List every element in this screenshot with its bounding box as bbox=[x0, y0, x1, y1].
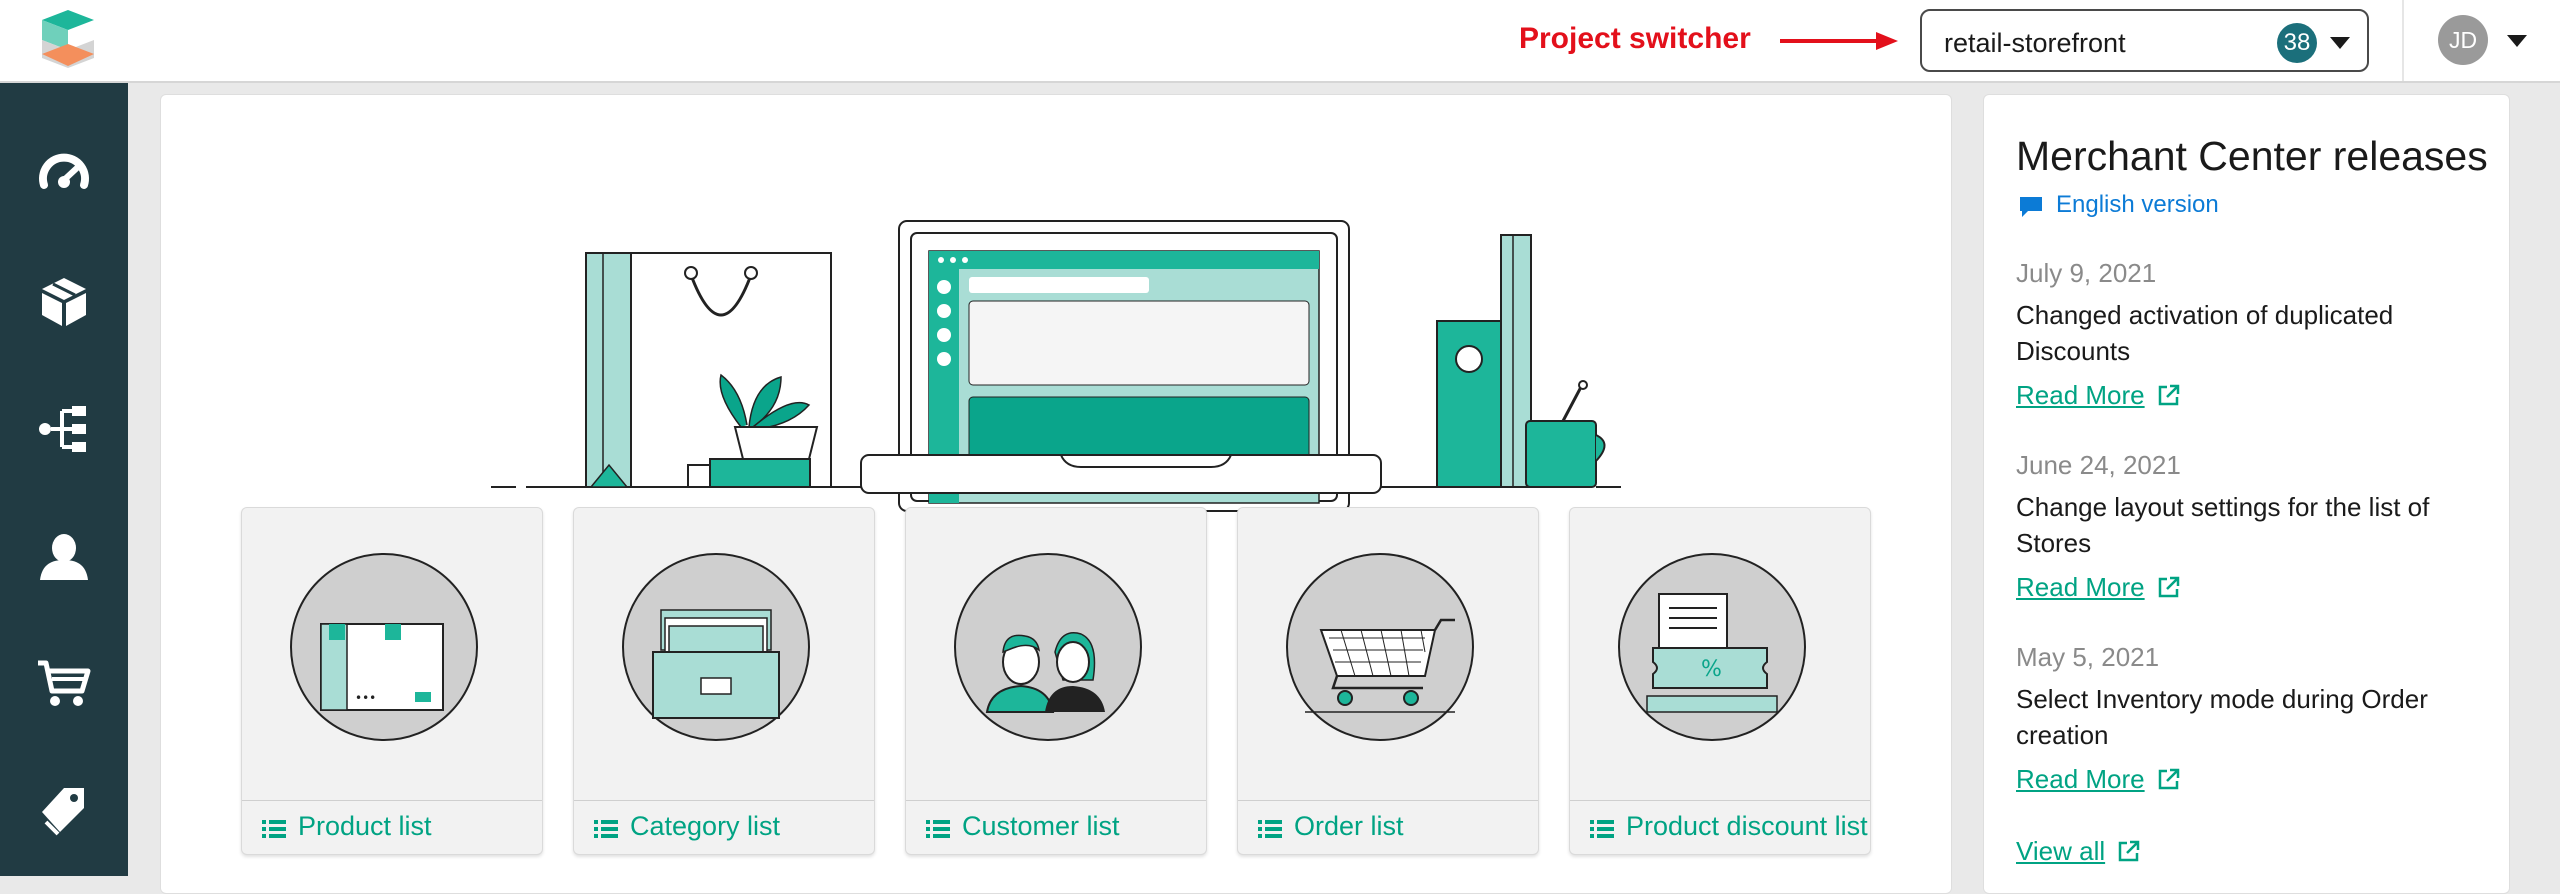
tile-order-list[interactable]: Order list bbox=[1237, 507, 1539, 855]
file-drawer-icon bbox=[622, 553, 810, 741]
release-date: June 24, 2021 bbox=[2016, 450, 2181, 480]
read-more-label: Read More bbox=[2016, 380, 2145, 410]
tag-icon bbox=[42, 788, 84, 836]
sidebar-item-dashboard[interactable] bbox=[0, 119, 128, 229]
tile-label: Category list bbox=[630, 811, 781, 841]
read-more-label: Read More bbox=[2016, 764, 2145, 794]
project-count-badge: 38 bbox=[2277, 23, 2317, 63]
tile-category-list[interactable]: Category list bbox=[573, 507, 875, 855]
discount-voucher-icon: % bbox=[1618, 553, 1806, 741]
tile-divider bbox=[906, 800, 1206, 801]
customers-icon bbox=[954, 553, 1142, 741]
release-entry: June 24, 2021 Change layout settings for… bbox=[2016, 447, 2486, 605]
external-link-icon bbox=[2158, 384, 2179, 406]
external-link-icon bbox=[2158, 768, 2179, 790]
release-entry: July 9, 2021 Changed activation of dupli… bbox=[2016, 255, 2486, 413]
cart-icon bbox=[38, 660, 91, 706]
release-date: July 9, 2021 bbox=[2016, 258, 2157, 288]
annotation-label: Project switcher bbox=[1519, 22, 1751, 55]
tile-divider bbox=[242, 800, 542, 801]
read-more-link[interactable]: Read More bbox=[2016, 377, 2181, 413]
chevron-down-icon bbox=[2330, 37, 2350, 49]
header-divider bbox=[2402, 0, 2404, 81]
releases-title: Merchant Center releases bbox=[2016, 133, 2488, 179]
speech-bubble-icon bbox=[2020, 197, 2042, 217]
release-date: May 5, 2021 bbox=[2016, 642, 2160, 672]
read-more-label: Read More bbox=[2016, 572, 2145, 602]
svg-text:•••: ••• bbox=[355, 691, 376, 705]
tile-customer-list[interactable]: Customer list bbox=[905, 507, 1207, 855]
product-box-icon: ••• bbox=[290, 553, 478, 741]
read-more-link[interactable]: Read More bbox=[2016, 761, 2181, 797]
list-icon bbox=[594, 820, 618, 838]
view-all-link[interactable]: View all bbox=[2016, 833, 2141, 869]
shopping-cart-icon bbox=[1286, 553, 1474, 741]
release-entry: May 5, 2021 Select Inventory mode during… bbox=[2016, 639, 2486, 797]
top-bar: Project switcher retail-storefront 38 JD bbox=[0, 0, 2560, 83]
read-more-link[interactable]: Read More bbox=[2016, 569, 2181, 605]
sidebar-item-categories[interactable] bbox=[0, 373, 128, 483]
project-switcher[interactable]: retail-storefront 38 bbox=[1920, 9, 2369, 72]
sidebar-item-discounts[interactable] bbox=[0, 754, 128, 864]
user-icon bbox=[40, 534, 88, 580]
tile-label: Order list bbox=[1294, 811, 1404, 841]
project-name: retail-storefront bbox=[1944, 28, 2126, 58]
chevron-down-icon bbox=[2507, 35, 2527, 47]
release-summary: Change layout settings for the list of S… bbox=[2016, 492, 2430, 558]
external-link-icon bbox=[2158, 576, 2179, 598]
svg-text:%: % bbox=[1701, 657, 1722, 682]
tile-divider bbox=[1238, 800, 1538, 801]
box-icon bbox=[42, 278, 86, 326]
tile-product-list[interactable]: ••• Product list bbox=[241, 507, 543, 855]
sidebar-item-products[interactable] bbox=[0, 246, 128, 356]
sidebar-item-orders[interactable] bbox=[0, 627, 128, 737]
release-summary: Select Inventory mode during Order creat… bbox=[2016, 684, 2428, 750]
external-link-icon bbox=[2118, 840, 2140, 862]
commercetools-logo[interactable] bbox=[38, 10, 98, 72]
list-icon bbox=[1590, 820, 1614, 838]
list-icon bbox=[262, 820, 286, 838]
list-icon bbox=[926, 820, 950, 838]
tree-icon bbox=[39, 406, 86, 452]
sidebar bbox=[0, 83, 128, 876]
annotation-arrow-icon bbox=[1780, 32, 1898, 50]
user-menu[interactable]: JD bbox=[2430, 10, 2530, 70]
tile-divider bbox=[574, 800, 874, 801]
dashboard-panel: ••• Product list Category list Customer … bbox=[160, 94, 1952, 894]
tile-label: Customer list bbox=[962, 811, 1120, 841]
view-all-label: View all bbox=[2016, 836, 2106, 866]
avatar: JD bbox=[2438, 15, 2488, 65]
language-link-label: English version bbox=[2056, 191, 2219, 218]
tile-label: Product list bbox=[298, 811, 432, 841]
releases-panel: Merchant Center releases English version… bbox=[1983, 94, 2510, 894]
sidebar-item-customers[interactable] bbox=[0, 500, 128, 610]
release-summary: Changed activation of duplicated Discoun… bbox=[2016, 300, 2394, 366]
list-icon bbox=[1258, 820, 1282, 838]
tile-label: Product discount list bbox=[1626, 811, 1868, 841]
tile-divider bbox=[1570, 800, 1870, 801]
tile-product-discount-list[interactable]: % Product discount list bbox=[1569, 507, 1871, 855]
speedometer-icon bbox=[39, 153, 89, 189]
